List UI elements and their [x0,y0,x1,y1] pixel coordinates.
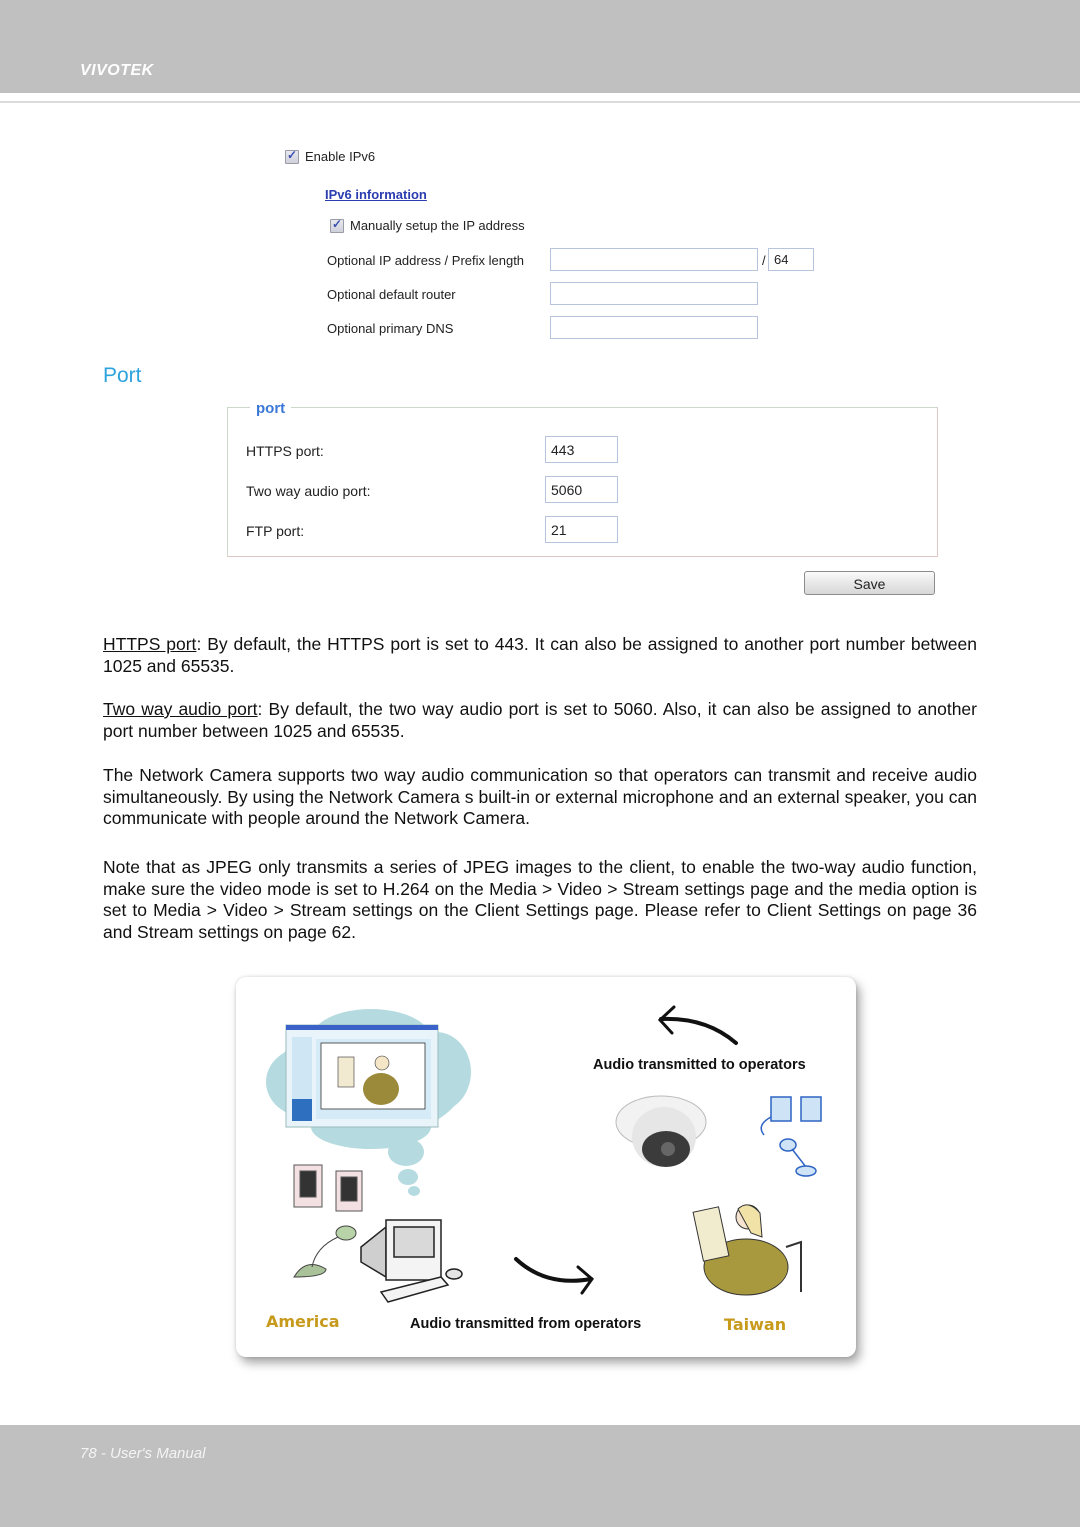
browser-window-icon [285,1024,439,1128]
enable-ipv6-checkbox[interactable] [285,148,299,164]
jpeg-note-paragraph: Note that as JPEG only transmits a serie… [103,857,977,942]
two-way-audio-term: Two way audio port [103,699,258,719]
two-way-audio-port-input[interactable] [545,476,618,503]
ip-prefix-label: Optional IP address / Prefix length [327,253,525,268]
caption-audio-from-operators: Audio transmitted from operators [410,1316,642,1332]
primary-dns-input[interactable] [550,316,758,339]
brand-logo: VIVOTEK [80,62,154,79]
page-footer: 78 - User's Manual [0,1425,1080,1527]
ipv6-information-link[interactable]: IPv6 information [325,187,427,202]
primary-dns-label: Optional primary DNS [327,321,454,336]
https-port-term: HTTPS port [103,634,197,654]
two-way-audio-illustration: Audio transmitted to operators America A… [236,977,856,1357]
two-way-audio-port-label: Two way audio port: [246,483,371,499]
page-number: 78 - User's Manual [80,1445,206,1462]
remote-speakers-icon [760,1096,822,1136]
ftp-port-label: FTP port: [246,523,305,539]
ip-address-input[interactable] [550,248,758,271]
page-header: VIVOTEK [0,0,1080,93]
https-port-paragraph: HTTPS port: By default, the HTTPS port i… [103,634,977,677]
location-label-taiwan: Taiwan [724,1315,787,1334]
port-legend: port [250,400,292,417]
dome-camera-icon [615,1095,707,1167]
caption-audio-to-operators: Audio transmitted to operators [593,1057,806,1073]
save-button[interactable]: Save [804,571,935,595]
https-port-label: HTTPS port: [246,443,324,459]
https-port-description: : By default, the HTTPS port is set to 4… [103,634,977,676]
local-speakers-icon [293,1164,363,1212]
two-way-audio-overview-paragraph: The Network Camera supports two way audi… [103,765,977,828]
computer-icon [360,1219,463,1303]
two-way-audio-paragraph: Two way audio port: By default, the two … [103,699,977,742]
default-router-input[interactable] [550,282,758,305]
arrow-right-icon [514,1257,595,1295]
default-router-label: Optional default router [327,287,456,302]
prefix-length-input[interactable] [768,248,814,271]
header-divider [0,101,1080,103]
local-microphone-icon [293,1225,357,1278]
arrow-left-icon [657,1005,738,1045]
prefix-slash: / [762,253,766,268]
manual-setup-checkbox[interactable] [330,217,344,233]
location-label-america: America [266,1312,340,1331]
enable-ipv6-label: Enable IPv6 [305,149,376,164]
https-port-input[interactable] [545,436,618,463]
manual-setup-label: Manually setup the IP address [350,218,525,233]
illustration-graphics [266,1005,822,1303]
section-title-port: Port [103,364,142,387]
remote-microphone-icon [779,1138,817,1177]
person-reading-icon [692,1204,802,1296]
ftp-port-input[interactable] [545,516,618,543]
